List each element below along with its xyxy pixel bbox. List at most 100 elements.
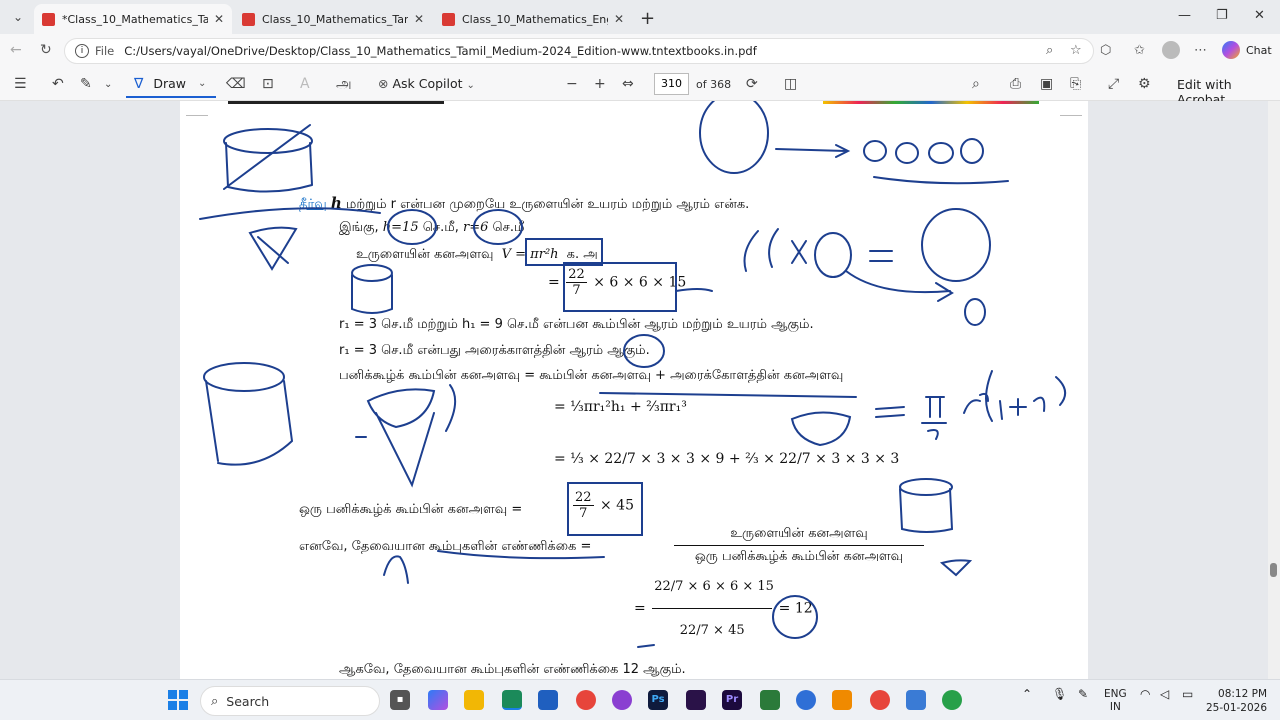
more-menu-icon[interactable]: ⋯ bbox=[1194, 43, 1207, 58]
copilot-app-icon[interactable] bbox=[428, 690, 448, 710]
vertical-scrollbar[interactable] bbox=[1268, 101, 1280, 679]
app-icon[interactable] bbox=[906, 690, 926, 710]
ink-small-circle bbox=[863, 140, 887, 162]
task-view-icon[interactable]: ▪ bbox=[390, 690, 410, 710]
copilot-icon bbox=[1222, 41, 1240, 59]
count-label: எனவே, தேவையான கூம்புகளின் எண்ணிக்கை = bbox=[299, 539, 592, 554]
contents-icon[interactable]: ☰ bbox=[14, 76, 27, 92]
date-text: 25-01-2026 bbox=[1206, 702, 1268, 714]
ink-underline bbox=[599, 392, 857, 398]
app-icon[interactable] bbox=[760, 690, 780, 710]
avatar[interactable] bbox=[1162, 41, 1180, 59]
favorite-star-icon[interactable]: ☆ bbox=[1070, 43, 1082, 58]
back-icon[interactable]: ← bbox=[10, 42, 22, 58]
fit-page-icon[interactable]: ⇔ bbox=[622, 76, 634, 92]
page-number-input[interactable]: 310 bbox=[654, 73, 689, 95]
cyl-step-den: 7 bbox=[572, 283, 581, 298]
close-icon[interactable]: ✕ bbox=[214, 12, 224, 26]
tab-actions-icon[interactable]: ⌄ bbox=[8, 7, 28, 27]
store-icon[interactable] bbox=[538, 690, 558, 710]
app-icon[interactable] bbox=[796, 690, 816, 710]
cylinder-volume-formula: V = πr²h bbox=[501, 247, 559, 262]
given-prefix: இங்கு, bbox=[339, 220, 379, 235]
ink-zero bbox=[964, 298, 986, 326]
page-corner-mark bbox=[1060, 115, 1082, 116]
page-corner-mark bbox=[186, 115, 208, 116]
taskbar-search[interactable]: ⌕ Search bbox=[200, 686, 380, 716]
new-tab-button[interactable]: + bbox=[640, 8, 655, 29]
search-label: Search bbox=[226, 693, 270, 709]
search-icon[interactable]: ⌕ bbox=[972, 76, 980, 92]
draw-button[interactable]: ∇ Draw ⌄ bbox=[126, 71, 216, 98]
cylinder-volume-step: = 22 7 × 6 × 6 × 15 bbox=[548, 267, 687, 298]
photoshop-icon[interactable]: Ps bbox=[648, 690, 668, 710]
language-indicator[interactable]: ENG IN bbox=[1104, 688, 1127, 714]
minimize-button[interactable]: — bbox=[1178, 8, 1191, 23]
scrollbar-thumb[interactable] bbox=[1270, 563, 1277, 577]
solution-label[interactable]: தீர்வு bbox=[299, 197, 327, 212]
rotate-icon[interactable]: ⟳ bbox=[746, 76, 758, 92]
extensions-icon[interactable]: ⬡ bbox=[1100, 43, 1111, 58]
volume-icon[interactable]: ◁ bbox=[1160, 688, 1169, 701]
wifi-icon[interactable]: ◠ bbox=[1140, 688, 1150, 701]
read-aloud-icon[interactable]: A bbox=[300, 76, 310, 92]
chevron-down-icon[interactable]: ⌄ bbox=[104, 79, 112, 90]
battery-icon[interactable]: ▭ bbox=[1182, 688, 1193, 701]
windows-start-icon[interactable] bbox=[168, 690, 188, 710]
refresh-icon[interactable]: ↻ bbox=[40, 42, 52, 58]
pdf-icon bbox=[242, 12, 255, 26]
zoom-in-icon[interactable]: + bbox=[594, 76, 606, 92]
print-icon[interactable]: ⎙ bbox=[1010, 76, 1021, 92]
close-window-button[interactable]: ✕ bbox=[1254, 8, 1265, 23]
ink-circle-h bbox=[814, 232, 852, 278]
app-icon[interactable] bbox=[612, 690, 632, 710]
tab-2-title: Class_10_Mathematics_Tamil_Medi bbox=[262, 12, 408, 26]
close-icon[interactable]: ✕ bbox=[614, 12, 624, 26]
tab-1[interactable]: *Class_10_Mathematics_Tamil_Me ✕ bbox=[34, 4, 232, 34]
premiere-icon[interactable]: Pr bbox=[722, 690, 742, 710]
file-explorer-icon[interactable] bbox=[464, 690, 484, 710]
settings-gear-icon[interactable]: ⚙ bbox=[1138, 76, 1151, 92]
ask-copilot-button[interactable]: ⊗ Ask Copilot ⌄ bbox=[378, 76, 475, 91]
search-icon: ⌕ bbox=[211, 693, 219, 709]
highlight-icon[interactable]: ✎ bbox=[80, 76, 92, 92]
edge-browser-icon[interactable] bbox=[502, 690, 522, 710]
ratio-numerator: 22/7 × 6 × 6 × 15 bbox=[652, 579, 774, 609]
save-icon[interactable]: ▣ bbox=[1040, 76, 1053, 92]
pdf-viewer[interactable]: தீர்வு h மற்றும் r என்பன முறையே உருளையின… bbox=[0, 101, 1268, 679]
translate-icon[interactable]: அ bbox=[336, 76, 352, 94]
chevron-up-icon[interactable]: ⌃ bbox=[1022, 688, 1032, 701]
zoom-out-icon[interactable]: − bbox=[566, 76, 578, 92]
fullscreen-icon[interactable]: ⤢ bbox=[1108, 76, 1119, 92]
undo-icon[interactable]: ↶ bbox=[52, 76, 64, 92]
tab-3[interactable]: Class_10_Mathematics_English_Me ✕ bbox=[434, 4, 632, 34]
cyl-step-num: 22 bbox=[566, 267, 587, 283]
vlc-icon[interactable] bbox=[832, 690, 852, 710]
text-box-icon[interactable]: ⊡ bbox=[262, 76, 274, 92]
clock[interactable]: 08:12 PM 25-01-2026 bbox=[1206, 687, 1267, 715]
microphone-icon[interactable]: 🎙 bbox=[1052, 688, 1067, 701]
favorites-icon[interactable]: ✩ bbox=[1134, 43, 1145, 58]
cylinder-volume-label: உருளையின் கனஅளவு bbox=[356, 247, 494, 262]
zoom-icon[interactable]: ⌕ bbox=[1046, 43, 1053, 58]
tab-2[interactable]: Class_10_Mathematics_Tamil_Medi ✕ bbox=[234, 4, 432, 34]
ink-small-circle bbox=[895, 142, 919, 164]
eraser-icon[interactable]: ⌫ bbox=[226, 76, 246, 92]
app-icon[interactable] bbox=[686, 690, 706, 710]
close-icon[interactable]: ✕ bbox=[414, 12, 424, 26]
page-view-icon[interactable]: ◫ bbox=[784, 76, 797, 92]
url-field[interactable]: i File C:/Users/vayal/OneDrive/Desktop/C… bbox=[64, 38, 1094, 64]
copilot-chat-button[interactable]: Chat bbox=[1222, 41, 1272, 59]
restore-button[interactable]: ❐ bbox=[1216, 8, 1228, 23]
pen-icon[interactable]: ✎ bbox=[1078, 688, 1088, 701]
ratio-line: = 22/7 × 6 × 6 × 15 22/7 × 45 = 12 bbox=[634, 579, 813, 638]
chrome-icon[interactable] bbox=[576, 690, 596, 710]
solution-line: தீர்வு h மற்றும் r என்பன முறையே உருளையின… bbox=[299, 194, 749, 213]
chrome-icon[interactable] bbox=[870, 690, 890, 710]
header-bar-left bbox=[228, 101, 444, 104]
ink-expression bbox=[963, 370, 1067, 422]
app-icon[interactable] bbox=[942, 690, 962, 710]
info-icon[interactable]: i bbox=[75, 44, 89, 58]
save-as-icon[interactable]: ⎘ bbox=[1070, 76, 1081, 92]
one-cone-rest: × 45 bbox=[600, 497, 634, 514]
